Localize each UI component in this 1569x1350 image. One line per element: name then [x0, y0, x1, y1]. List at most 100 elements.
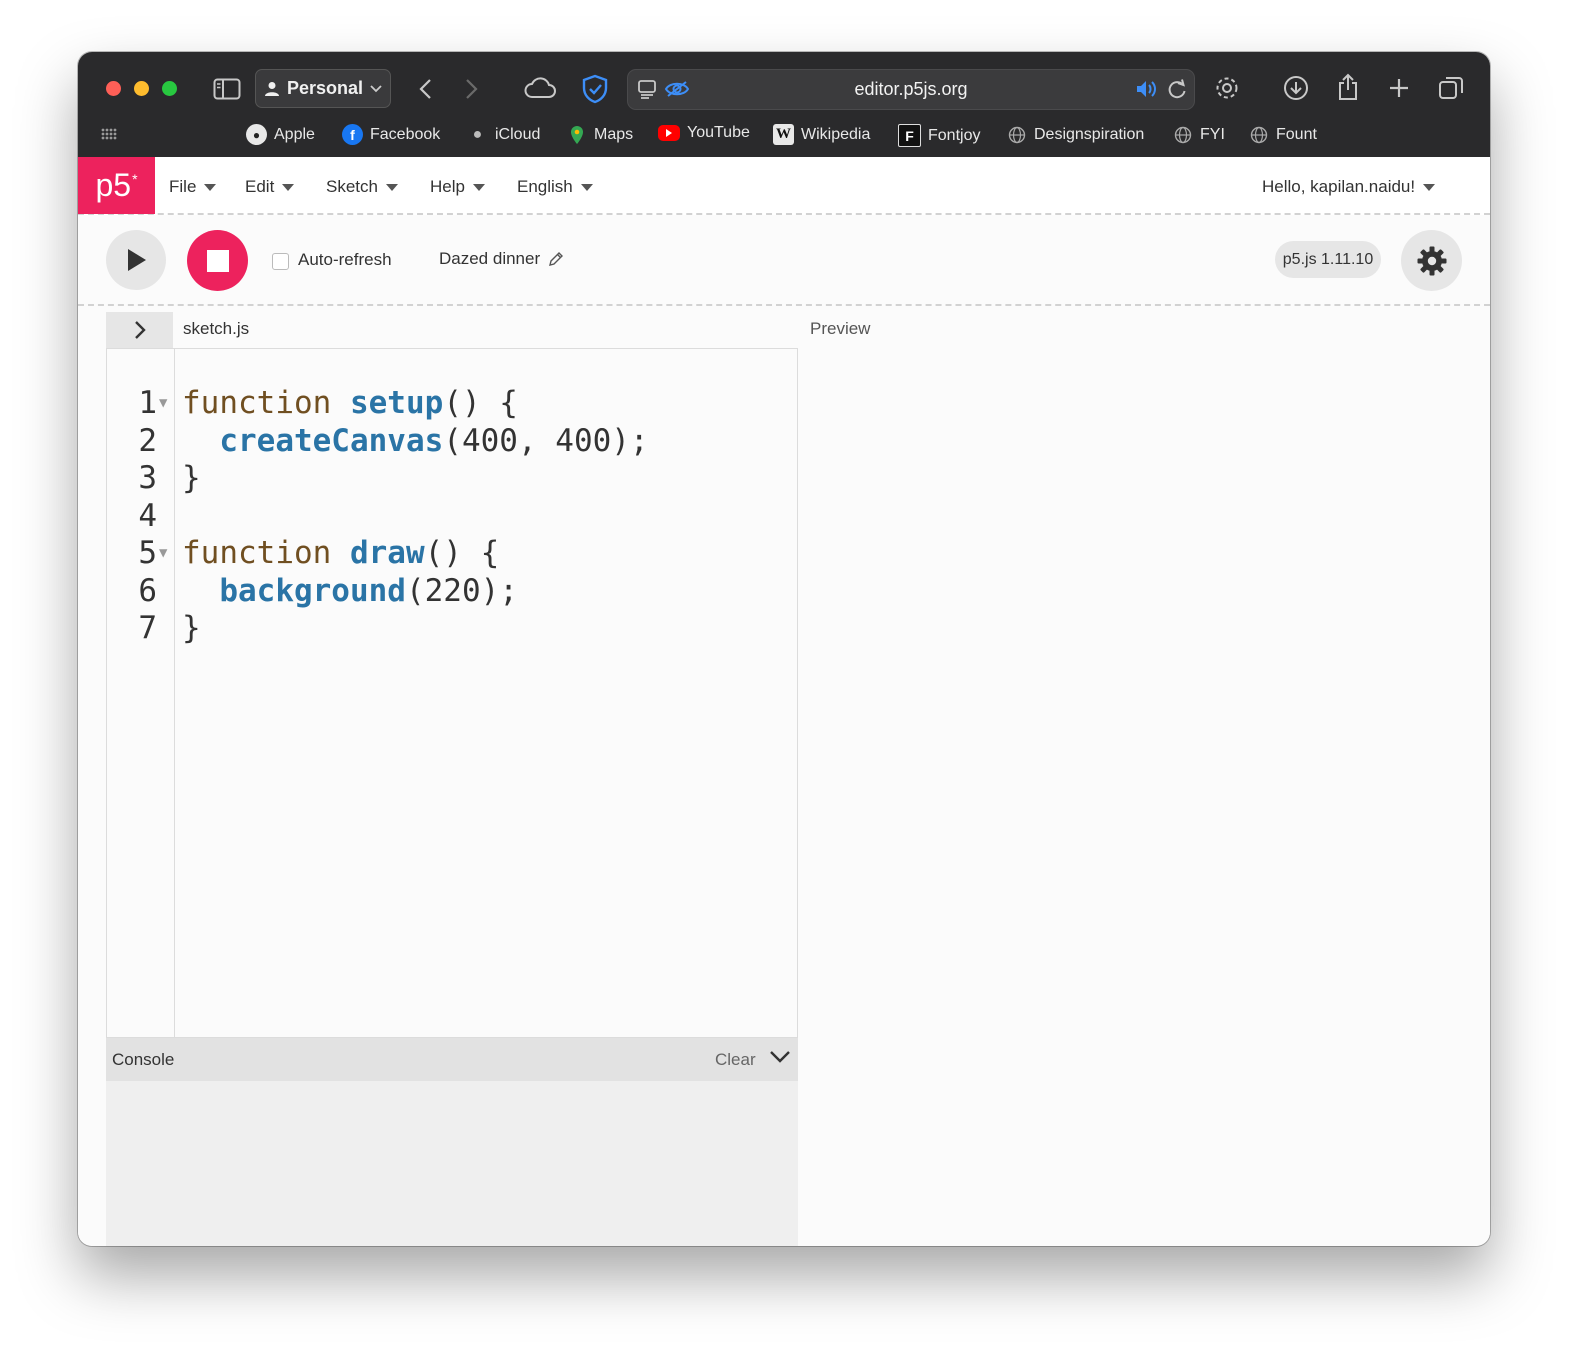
code-text: background(220);	[219, 572, 518, 609]
auto-refresh-checkbox[interactable]	[272, 253, 289, 270]
globe-icon	[1006, 124, 1027, 145]
bookmark-fount[interactable]: Fount	[1248, 124, 1317, 145]
share-icon[interactable]	[1332, 70, 1364, 104]
bookmark-label: Apple	[274, 125, 315, 143]
fold-triangle-icon[interactable]: ▼	[159, 535, 167, 573]
code-editor[interactable]: 1 ▼ function setup() { 2 createCanvas(40…	[106, 348, 798, 1038]
gear-icon	[1417, 246, 1446, 275]
fold-triangle-icon[interactable]: ▼	[159, 385, 167, 423]
code-line: 5 ▼ function draw() {	[107, 535, 797, 573]
menu-edit-label: Edit	[245, 177, 275, 196]
bookmark-maps[interactable]: Maps	[566, 124, 633, 145]
menu-language-label: English	[517, 177, 573, 196]
chevron-down-icon	[370, 84, 382, 92]
apple-icon: ●	[246, 124, 267, 145]
console-output[interactable]	[106, 1081, 798, 1246]
bookmark-youtube[interactable]: YouTube	[658, 124, 750, 142]
menu-sketch-label: Sketch	[326, 177, 378, 196]
bookmark-wikipedia[interactable]: W Wikipedia	[773, 124, 870, 145]
p5-version-badge[interactable]: p5.js 1.11.10	[1275, 241, 1381, 278]
code-area[interactable]: 1 ▼ function setup() { 2 createCanvas(40…	[107, 385, 797, 648]
menu-edit[interactable]: Edit	[245, 177, 295, 197]
bookmark-fontjoy[interactable]: F Fontjoy	[898, 124, 980, 147]
url-text: editor.p5js.org	[854, 79, 968, 99]
shield-icon[interactable]	[578, 72, 612, 106]
bookmark-label: Facebook	[370, 125, 441, 143]
apps-grid-icon[interactable]	[98, 124, 120, 144]
logo-asterisk: *	[132, 170, 138, 187]
apple-icon: ●	[472, 125, 483, 143]
bookmark-facebook[interactable]: f Facebook	[342, 124, 440, 145]
code-line: 1 ▼ function setup() {	[107, 385, 797, 423]
p5-logo[interactable]: p5 *	[78, 157, 155, 214]
code-line: 2 createCanvas(400, 400);	[107, 423, 797, 461]
caret-down-icon	[282, 183, 295, 191]
forward-icon[interactable]	[457, 74, 487, 104]
wikipedia-icon: W	[773, 124, 794, 145]
zoom-window-button[interactable]	[162, 81, 177, 96]
stop-icon	[206, 249, 229, 272]
caret-down-icon	[385, 183, 398, 191]
bookmark-label: Fontjoy	[928, 126, 981, 144]
menu-language[interactable]: English	[517, 177, 593, 197]
p5-editor: p5 * File Edit Sketch Help English Hello,…	[78, 157, 1490, 1246]
file-tab-bar: sketch.js	[106, 312, 796, 348]
sketch-name[interactable]: Dazed dinner	[439, 249, 564, 269]
tab-overview-icon[interactable]	[1435, 72, 1467, 104]
bookmark-icloud[interactable]: ● iCloud	[467, 124, 541, 145]
console-header: Console Clear	[106, 1038, 798, 1081]
play-button[interactable]	[106, 230, 166, 290]
back-icon[interactable]	[410, 74, 440, 104]
globe-icon	[1248, 124, 1269, 145]
console-clear-button[interactable]: Clear	[715, 1050, 756, 1070]
cloud-icon[interactable]	[522, 72, 558, 104]
code-text: createCanvas(400, 400);	[219, 422, 649, 459]
expand-sidebar-button[interactable]	[106, 312, 173, 348]
chevron-down-icon[interactable]	[769, 1049, 791, 1070]
line-number: 5	[138, 535, 157, 571]
bookmark-label: Designspiration	[1034, 125, 1145, 143]
maps-pin-icon	[566, 124, 587, 145]
bookmark-label: YouTube	[687, 124, 750, 141]
logo-text: p5	[95, 167, 132, 203]
menu-sketch[interactable]: Sketch	[326, 177, 398, 197]
settings-button[interactable]	[1401, 230, 1462, 291]
person-icon	[264, 81, 279, 96]
bookmark-label: FYI	[1200, 125, 1225, 143]
gear-icon[interactable]	[1211, 72, 1243, 104]
auto-refresh-label[interactable]: Auto-refresh	[298, 250, 392, 270]
code-line: 6 background(220);	[107, 573, 797, 611]
menu-bar: p5 * File Edit Sketch Help English Hello,…	[78, 157, 1490, 215]
bookmark-apple[interactable]: ● Apple	[246, 124, 315, 145]
globe-icon	[1172, 124, 1193, 145]
pencil-icon	[549, 252, 564, 266]
browser-chrome: Personal editor.p5js.org ● Apple f Faceb…	[78, 52, 1490, 157]
caret-down-icon	[580, 183, 593, 191]
menu-file[interactable]: File	[169, 177, 217, 197]
speaker-icon[interactable]	[1134, 77, 1160, 101]
stop-button[interactable]	[187, 230, 248, 291]
bookmark-label: Maps	[594, 125, 634, 143]
url-bar[interactable]: editor.p5js.org	[627, 69, 1195, 110]
user-greeting: Hello, kapilan.naidu!	[1262, 177, 1416, 196]
youtube-icon	[658, 125, 680, 141]
line-number: 1	[138, 385, 157, 421]
user-menu[interactable]: Hello, kapilan.naidu!	[1262, 177, 1436, 197]
sidebar-toggle-icon[interactable]	[212, 74, 242, 104]
line-number: 4	[138, 497, 157, 534]
bookmark-designspiration[interactable]: Designspiration	[1006, 124, 1144, 145]
download-icon[interactable]	[1280, 72, 1312, 104]
reload-icon[interactable]	[1164, 77, 1190, 101]
new-tab-icon[interactable]	[1383, 72, 1415, 104]
code-line: 7 }	[107, 610, 797, 648]
bookmark-fyi[interactable]: FYI	[1172, 124, 1225, 145]
preview-label: Preview	[810, 319, 871, 338]
code-text: }	[182, 610, 201, 646]
profile-button[interactable]: Personal	[255, 69, 391, 108]
bookmark-label: Fount	[1276, 125, 1317, 143]
minimize-window-button[interactable]	[134, 81, 149, 96]
menu-help[interactable]: Help	[430, 177, 485, 197]
file-tab-sketch-js[interactable]: sketch.js	[183, 319, 249, 339]
bookmark-label: Wikipedia	[801, 125, 871, 143]
close-window-button[interactable]	[106, 81, 121, 96]
